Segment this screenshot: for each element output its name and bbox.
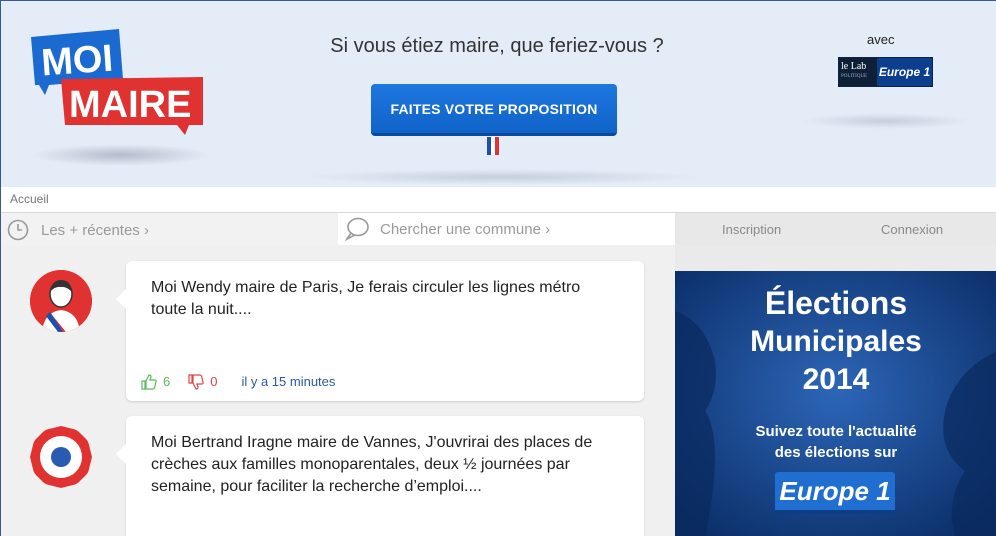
french-flag-icon — [487, 137, 499, 155]
commune-search-input[interactable]: Chercher une commune › — [338, 213, 675, 245]
ad-top-strip — [675, 245, 996, 271]
proposals-feed: Moi Wendy maire de Paris, Je ferais circ… — [1, 245, 675, 536]
mayor-avatar-icon — [30, 270, 92, 332]
breadcrumb-home-link[interactable]: Accueil — [10, 192, 49, 206]
proposal-text: Moi Bertrand Iragne maire de Vannes, J'o… — [151, 434, 593, 495]
speech-bubble-search-icon — [344, 217, 369, 242]
breadcrumb: Accueil — [1, 187, 996, 213]
auth-area: Inscription Connexion — [675, 213, 996, 245]
logo-maire-text: MAIRE — [69, 84, 191, 126]
moi-maire-logo[interactable]: MOI MAIRE — [27, 27, 207, 139]
nav-bar: Les + récentes › Chercher une commune › … — [1, 213, 996, 245]
elections-ad-banner[interactable]: Élections Municipales 2014 Suivez toute … — [675, 271, 996, 536]
ad-subtitle-line2: des élections sur — [774, 444, 898, 461]
ad-title-line1: Élections — [764, 285, 908, 321]
ad-subtitle-line1: Suivez toute l'actualité — [755, 423, 917, 440]
make-proposal-button[interactable]: FAITES VOTRE PROPOSITION — [371, 84, 617, 136]
user-avatar-cockade[interactable] — [30, 426, 92, 488]
ad-title-line2: Municipales — [750, 325, 922, 358]
cockade-icon — [30, 426, 92, 488]
login-link[interactable]: Connexion — [881, 222, 943, 237]
proposal-text: Moi Wendy maire de Paris, Je ferais circ… — [151, 279, 581, 318]
le-lab-logo[interactable]: le Lab POLITIQUE — [839, 58, 877, 86]
user-avatar-mayor[interactable] — [30, 270, 92, 332]
partners-label: avec — [867, 32, 895, 47]
search-placeholder: Chercher une commune › — [380, 220, 551, 238]
partners-logos[interactable]: le Lab POLITIQUE Europe 1 — [838, 57, 933, 87]
thumbs-down-icon — [188, 374, 204, 390]
proposal-bubble[interactable]: Moi Wendy maire de Paris, Je ferais circ… — [116, 261, 644, 401]
partners-shadow — [801, 113, 971, 129]
post-timestamp[interactable]: il y a 15 minutes — [241, 371, 335, 393]
header-shadow — [301, 169, 701, 185]
thumbs-up-icon — [141, 374, 157, 390]
like-button[interactable]: 6 — [141, 371, 170, 393]
dislike-count: 0 — [210, 374, 218, 389]
like-count: 6 — [163, 374, 171, 389]
recent-filter-label: Les + récentes › — [41, 221, 149, 239]
le-lab-text: le Lab — [841, 61, 867, 72]
proposal-meta: 6 0 il y a 15 minutes — [141, 371, 335, 393]
proposal-bubble[interactable]: Moi Bertrand Iragne maire de Vannes, J'o… — [116, 416, 644, 536]
recent-filter[interactable]: Les + récentes › — [7, 219, 149, 241]
ad-europe1-logo[interactable]: Europe 1 — [775, 472, 895, 514]
dislike-button[interactable]: 0 — [188, 371, 217, 393]
site-header: MOI MAIRE Si vous étiez maire, que ferie… — [1, 1, 996, 187]
signup-link[interactable]: Inscription — [722, 222, 781, 237]
ad-title-line3: 2014 — [802, 363, 870, 396]
le-lab-sub: POLITIQUE — [841, 74, 868, 79]
header-question: Si vous étiez maire, que feriez-vous ? — [330, 35, 664, 57]
europe1-logo[interactable]: Europe 1 — [877, 58, 932, 86]
logo-shadow — [31, 144, 211, 166]
logo-moi-text: MOI — [40, 38, 115, 85]
clock-icon — [7, 219, 29, 241]
